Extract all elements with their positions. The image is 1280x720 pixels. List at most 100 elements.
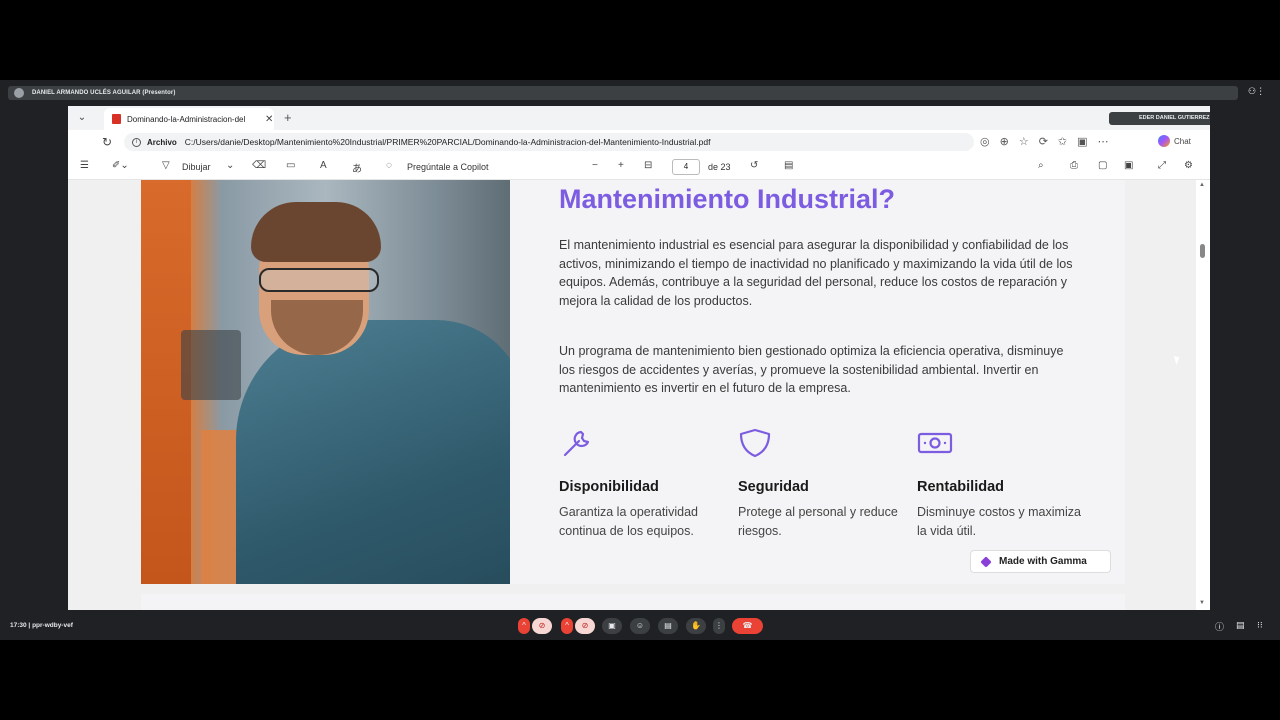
scrollbar[interactable]: ▲ ▼ (1196, 180, 1210, 610)
chat-label: Chat (1174, 136, 1191, 146)
pdf-toolbar: ☰ ✐⌄ ▽ Dibujar ⌄ ⌫ ▭ A あ ◌ Pregúntale a … (68, 154, 1210, 180)
zoom-out-icon[interactable]: − (592, 160, 598, 171)
address-bar: ↻ i Archivo C:/Users/danie/Desktop/Mante… (68, 130, 1210, 154)
page-number-input[interactable]: 4 (672, 159, 700, 175)
read-aloud-icon[interactable]: ◎ (980, 135, 990, 148)
presenter-bar: DANIEL ARMANDO UCLÉS AGUILAR (Presentor) (8, 86, 1238, 100)
page-total: de 23 (708, 162, 731, 172)
chevron-down-icon[interactable]: ⌄ (226, 160, 234, 171)
zoom-in-icon[interactable]: + (618, 160, 624, 171)
people-icon[interactable]: ⚇⋮ (1248, 86, 1265, 97)
tab-actions-icon[interactable]: ⌄ (74, 110, 90, 126)
info-icon[interactable]: ⓘ (1215, 620, 1224, 633)
close-icon[interactable]: ✕ (265, 114, 273, 125)
read-aloud-icon[interactable]: A (320, 160, 327, 171)
translate-icon[interactable]: あ (352, 160, 362, 175)
feature-title: Rentabilidad (917, 479, 1005, 495)
print-icon[interactable]: ⎙ (1070, 160, 1078, 171)
draw-icon[interactable]: ▽ (162, 160, 170, 171)
activities-icon[interactable]: ⁝⁝ (1257, 620, 1263, 631)
favorites-icon[interactable]: ✩ (1058, 135, 1067, 148)
mic-options-button[interactable]: ^ (518, 618, 530, 634)
raise-hand-icon[interactable]: ✋ (686, 618, 706, 634)
call-controls-bar: 17:30 | ppr-wdby-vef ^ ⊘ ^ ⊘ ▣ ☺ ▤ ✋ ⋮ ☎… (0, 614, 1280, 640)
browser-window: ⌄ Dominando-la-Administracion-del ✕ + ED… (68, 106, 1210, 610)
scroll-down-icon[interactable]: ▼ (1199, 600, 1205, 606)
captions-icon[interactable]: ▣ (602, 618, 622, 634)
more-icon[interactable]: ⋯ (1098, 135, 1109, 148)
copilot-icon[interactable]: ◌ (386, 160, 392, 171)
tab-bar: ⌄ Dominando-la-Administracion-del ✕ + ED… (68, 106, 1210, 130)
badge-label: Made with Gamma (999, 556, 1087, 567)
participant-tile-label: EDER DANIEL GUTIERREZ JIMENEZ (1109, 112, 1210, 125)
next-pdf-page (141, 594, 1125, 610)
worker-photo (141, 180, 510, 584)
photo-machine (181, 330, 241, 400)
feature-description: Garantiza la operatividad continua de lo… (559, 505, 698, 538)
leave-call-button[interactable]: ☎ (732, 618, 763, 634)
feature-description: Disminuye costos y maximiza la vida útil… (917, 505, 1081, 538)
address-actions: ◎ ⊕ ☆ ⟳ ✩ ▣ ⋯ (980, 135, 1109, 148)
two-page-icon[interactable]: ▤ (784, 160, 793, 171)
scroll-thumb[interactable] (1200, 244, 1205, 258)
pdf-icon (112, 114, 121, 124)
wrench-icon (563, 430, 590, 457)
paragraph-2: Un programa de mantenimiento bien gestio… (559, 344, 1064, 396)
info-icon[interactable]: i (132, 137, 141, 147)
photo-safety-glasses (259, 268, 379, 292)
new-tab-button[interactable]: + (284, 110, 292, 125)
save-icon[interactable]: ▢ (1098, 160, 1107, 171)
pdf-page: Mantenimiento Industrial? El mantenimien… (141, 180, 1125, 584)
present-icon[interactable]: ▤ (658, 618, 678, 634)
feature-seguridad: Seguridad Protege al personal y reduce r… (738, 428, 903, 540)
emoji-icon[interactable]: ☺ (630, 618, 650, 634)
meeting-code: ppr-wdby-vef (32, 622, 73, 629)
money-icon (917, 432, 953, 454)
url-text: C:/Users/danie/Desktop/Mantenimiento%20I… (184, 137, 711, 147)
rotate-icon[interactable]: ↺ (750, 160, 758, 171)
reload-icon[interactable]: ↻ (102, 135, 112, 149)
feature-disponibilidad: Disponibilidad Garantiza la operatividad… (559, 428, 724, 540)
chat-icon[interactable]: ▤ (1236, 620, 1245, 631)
refresh-extension-icon[interactable]: ⟳ (1039, 135, 1048, 148)
highlight-icon[interactable]: ✐⌄ (112, 160, 129, 171)
scroll-up-icon[interactable]: ▲ (1199, 182, 1205, 188)
slide-content: Mantenimiento Industrial? El mantenimien… (559, 180, 1099, 584)
pdf-viewer[interactable]: Mantenimiento Industrial? El mantenimien… (68, 180, 1210, 610)
feature-description: Protege al personal y reduce riesgos. (738, 505, 898, 538)
made-with-gamma-badge[interactable]: Made with Gamma (970, 550, 1111, 573)
url-field[interactable]: i Archivo C:/Users/danie/Desktop/Manteni… (124, 133, 974, 151)
camera-off-icon[interactable]: ⊘ (575, 618, 595, 634)
tab-title: Dominando-la-Administracion-del (127, 114, 246, 124)
url-scheme: Archivo (147, 137, 177, 147)
camera-options-button[interactable]: ^ (561, 618, 573, 634)
call-time: 17:30 (10, 622, 27, 629)
photo-hair (251, 202, 381, 262)
page-view-icon[interactable]: ▭ (286, 160, 295, 171)
settings-gear-icon[interactable]: ⚙ (1184, 160, 1193, 171)
profile-icon[interactable]: ▣ (1077, 135, 1087, 148)
draw-label[interactable]: Dibujar (182, 162, 211, 172)
contents-icon[interactable]: ☰ (80, 160, 89, 171)
favorite-star-icon[interactable]: ☆ (1019, 135, 1029, 148)
copilot-label[interactable]: Pregúntale a Copilot (407, 162, 489, 172)
eraser-icon[interactable]: ⌫ (252, 160, 266, 171)
feature-title: Seguridad (738, 479, 809, 495)
paragraph-1: El mantenimiento industrial es esencial … (559, 238, 1073, 309)
call-info: 17:30 | ppr-wdby-vef (10, 622, 73, 629)
presenter-label: DANIEL ARMANDO UCLÉS AGUILAR (Presentor) (32, 90, 176, 96)
fit-page-icon[interactable]: ⊟ (644, 160, 652, 171)
more-options-icon[interactable]: ⋮ (713, 618, 725, 634)
mic-off-icon[interactable]: ⊘ (532, 618, 552, 634)
search-icon[interactable]: ⌕ (1038, 160, 1044, 171)
shield-icon (739, 428, 771, 458)
feature-rentabilidad: Rentabilidad Disminuye costos y maximiza… (917, 428, 1082, 540)
presenter-avatar (14, 88, 24, 98)
save-as-icon[interactable]: ▣ (1124, 160, 1133, 171)
meet-window: DANIEL ARMANDO UCLÉS AGUILAR (Presentor)… (0, 0, 1280, 720)
slide-heading: Mantenimiento Industrial? (559, 184, 896, 214)
fullscreen-icon[interactable]: ⤢ (1158, 160, 1166, 171)
tab-pdf[interactable]: Dominando-la-Administracion-del ✕ (104, 108, 274, 130)
chat-button[interactable]: Chat (1158, 135, 1191, 147)
zoom-icon[interactable]: ⊕ (1000, 135, 1009, 148)
